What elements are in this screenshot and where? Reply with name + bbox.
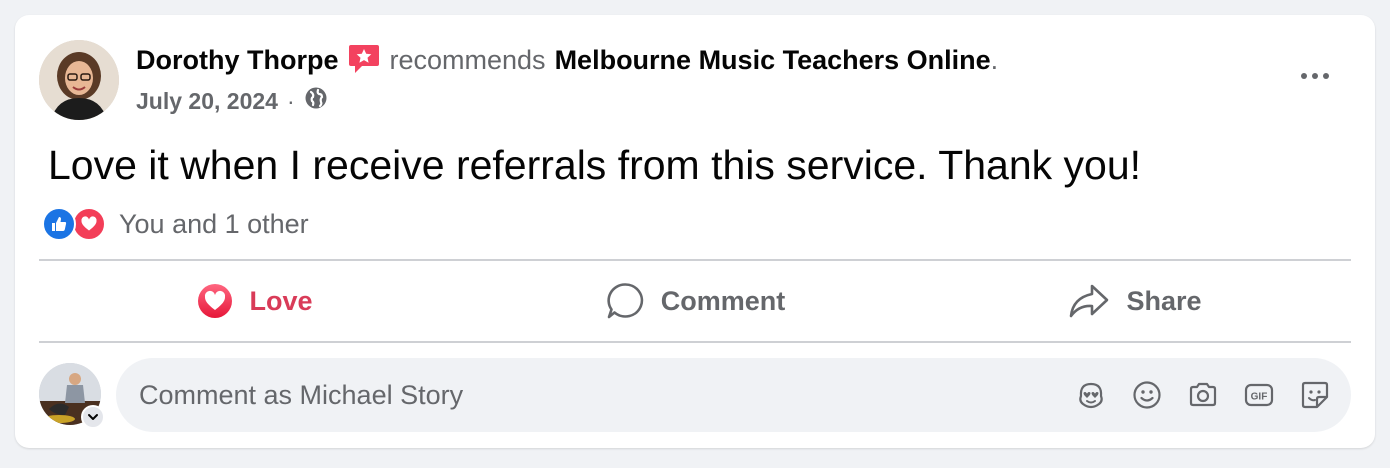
comment-bubble-icon	[605, 281, 645, 321]
chevron-down-icon[interactable]	[81, 405, 105, 429]
share-button[interactable]: Share	[925, 270, 1345, 332]
love-label: Love	[249, 285, 313, 316]
divider	[39, 259, 1351, 261]
love-heart-icon	[197, 283, 233, 319]
author-name[interactable]: Dorothy Thorpe	[136, 45, 339, 76]
emoji-icon[interactable]	[1131, 379, 1163, 411]
post-date[interactable]: July 20, 2024	[136, 88, 278, 115]
comment-button[interactable]: Comment	[485, 270, 905, 332]
sticker-icon[interactable]	[1299, 379, 1331, 411]
recommendation-star-icon	[347, 42, 381, 76]
post-header: Dorothy Thorpe recommends Melbourne Musi…	[136, 43, 998, 77]
more-dot-icon	[1301, 73, 1307, 79]
post-meta: July 20, 2024 ·	[136, 86, 328, 116]
love-button[interactable]: Love	[45, 270, 465, 332]
svg-text:GIF: GIF	[1251, 392, 1268, 403]
like-icon	[42, 207, 76, 241]
reaction-summary[interactable]: You and 1 other	[42, 207, 309, 241]
meta-separator: ·	[286, 87, 295, 114]
share-arrow-icon	[1068, 281, 1110, 321]
share-label: Share	[1126, 285, 1202, 316]
composer-tools: GIF	[1075, 379, 1351, 411]
post-body-text: Love it when I receive referrals from th…	[48, 142, 1142, 188]
recommended-page-link[interactable]: Melbourne Music Teachers Online	[555, 45, 991, 76]
heart-icon	[72, 207, 106, 241]
divider	[39, 341, 1351, 343]
comment-composer: GIF	[116, 358, 1351, 432]
more-dot-icon	[1312, 73, 1318, 79]
author-avatar[interactable]	[39, 40, 119, 120]
comment-label: Comment	[660, 285, 786, 316]
more-dot-icon	[1323, 73, 1329, 79]
comment-input[interactable]	[116, 358, 1075, 432]
avatar-sticker-icon[interactable]	[1075, 379, 1107, 411]
more-options-button[interactable]	[1286, 59, 1344, 93]
post-card: Dorothy Thorpe recommends Melbourne Musi…	[15, 15, 1375, 448]
header-period: .	[990, 44, 999, 75]
reaction-count-text: You and 1 other	[119, 208, 309, 239]
camera-icon[interactable]	[1187, 379, 1219, 411]
recommends-text: recommends	[389, 44, 546, 75]
gif-icon[interactable]: GIF	[1243, 379, 1275, 411]
globe-icon[interactable]	[304, 86, 328, 116]
